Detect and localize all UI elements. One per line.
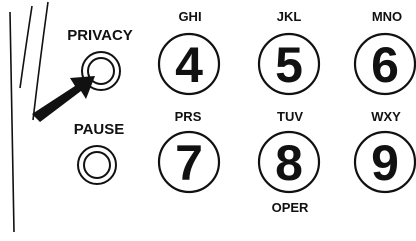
key-6-digit: 6 [371, 37, 399, 93]
key-9-letters: WXY [371, 109, 401, 124]
key-6-letters: MNO [371, 9, 403, 24]
key-5-letters: JKL [276, 9, 302, 24]
pause-button[interactable] [77, 145, 117, 185]
key-8-oper-label: OPER [271, 200, 309, 215]
pause-label: PAUSE [73, 121, 125, 138]
key-7-letters: PRS [174, 109, 202, 124]
keypad-drawing: 4 5 6 7 8 9 [9, 1, 416, 233]
key-8-digit: 8 [275, 135, 303, 191]
key-7[interactable]: 7 [157, 130, 221, 194]
privacy-label: PRIVACY [67, 27, 133, 44]
key-4[interactable]: 4 [157, 32, 221, 96]
keypad-panel: 4 5 6 7 8 9 PRIVACY PAUSE GHI JKL MNO PR… [0, 0, 416, 241]
key-4-letters: GHI [178, 9, 202, 24]
arrow-icon [32, 76, 95, 122]
key-5[interactable]: 5 [257, 32, 321, 96]
key-8[interactable]: 8 [257, 130, 321, 194]
key-7-digit: 7 [175, 135, 203, 191]
key-6[interactable]: 6 [353, 32, 416, 96]
key-9-digit: 9 [371, 135, 399, 191]
key-5-digit: 5 [275, 37, 303, 93]
key-4-digit: 4 [175, 37, 203, 93]
key-9[interactable]: 9 [353, 130, 416, 194]
key-8-letters: TUV [277, 109, 303, 124]
